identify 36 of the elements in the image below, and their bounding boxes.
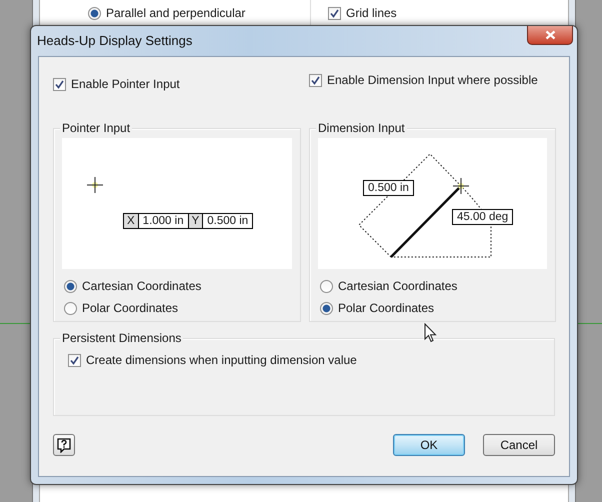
coordinate-value: 0.500 in <box>206 214 250 228</box>
radio-label: Parallel and perpendicular <box>106 6 246 20</box>
checkbox-label: Enable Pointer Input <box>71 77 180 91</box>
length-label: 0.500 in <box>363 180 414 196</box>
checkbox[interactable] <box>309 74 322 86</box>
checkbox-label: Grid lines <box>346 6 397 20</box>
close-icon <box>544 30 556 40</box>
checkbox[interactable] <box>53 78 66 90</box>
crosshair-icon <box>86 176 104 194</box>
radio-button[interactable] <box>88 6 101 20</box>
group-title: Pointer Input <box>60 121 132 135</box>
dialog-button[interactable]: OK <box>393 434 465 456</box>
radio-label: Polar Coordinates <box>82 301 178 315</box>
checkbox[interactable] <box>68 354 81 366</box>
axis-label: X <box>124 214 139 228</box>
radio-button[interactable] <box>320 280 333 292</box>
radio-label: Cartesian Coordinates <box>338 279 458 293</box>
checkbox[interactable] <box>328 6 341 20</box>
angle-label: 45.00 deg <box>452 209 514 225</box>
radio-label: Polar Coordinates <box>338 301 434 315</box>
group-title: Persistent Dimensions <box>60 331 184 345</box>
dialog-button[interactable]: Cancel <box>483 434 555 456</box>
axis-label: Y <box>188 214 204 228</box>
radio-button[interactable] <box>320 302 333 314</box>
group-title: Dimension Input <box>316 121 407 135</box>
window-title: Heads-Up Display Settings <box>37 32 192 48</box>
crosshair-icon <box>452 178 470 194</box>
radio-button[interactable] <box>64 302 77 314</box>
checkbox-label: Enable Dimension Input where possible <box>327 73 538 87</box>
checkbox-label: Create dimensions when inputting dimension value <box>86 353 357 367</box>
help-icon <box>57 438 71 452</box>
radio-button[interactable] <box>64 280 77 292</box>
radio-label: Cartesian Coordinates <box>82 279 202 293</box>
help-button[interactable] <box>53 434 75 456</box>
close-button[interactable] <box>527 26 573 45</box>
cursor-icon <box>424 323 437 343</box>
